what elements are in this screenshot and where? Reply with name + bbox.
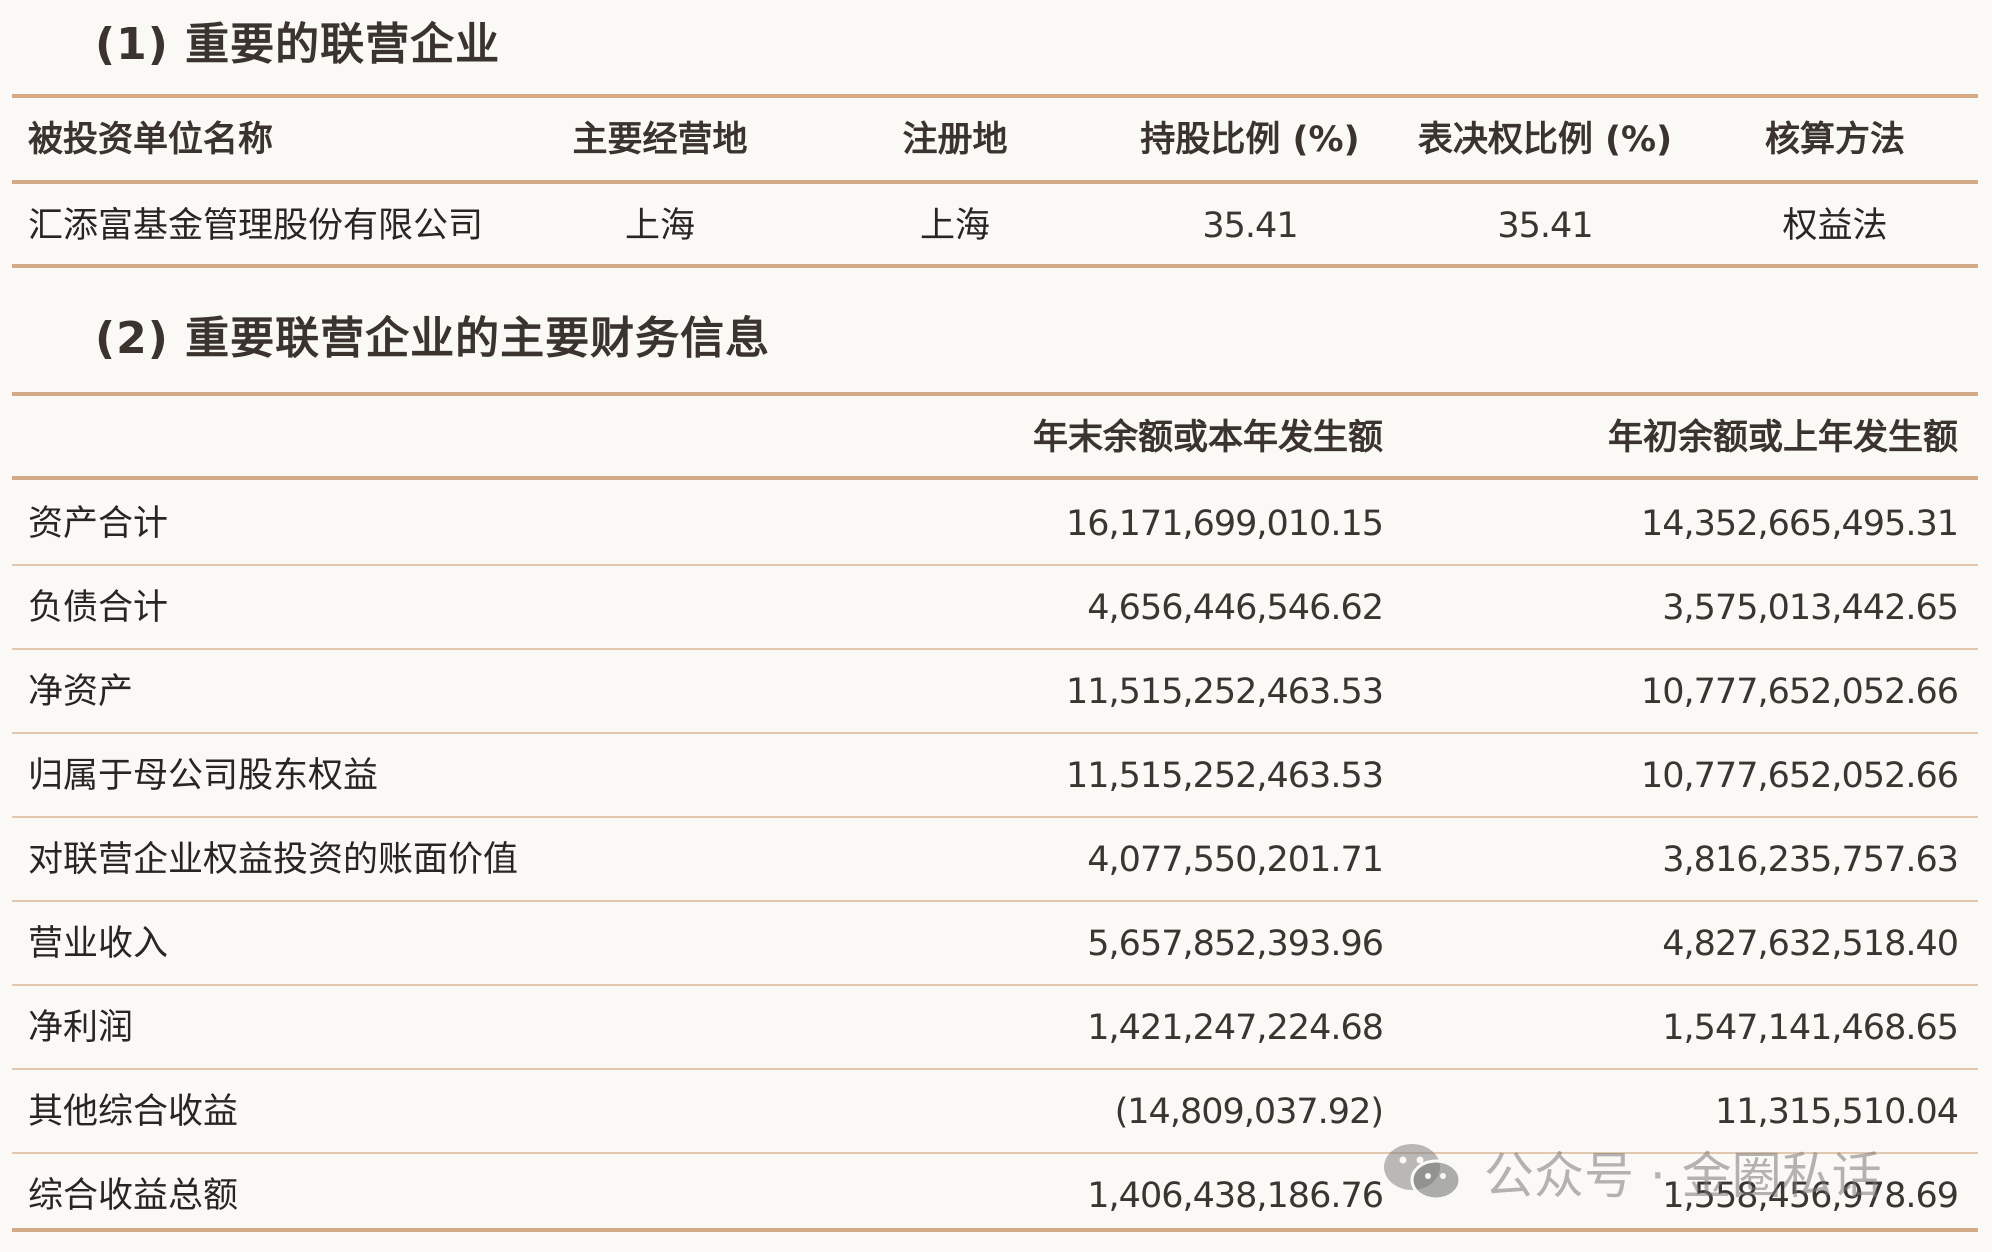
table2-header-current: 年末余额或本年发生额 <box>1032 418 1383 458</box>
table1-header-location: 主要经营地 <box>572 120 748 160</box>
watermark-text: 公众号 · 金圈私话 <box>1484 1147 1882 1205</box>
table2-cell-current: 5,657,852,393.96 <box>1087 924 1384 964</box>
table1-cell-method: 权益法 <box>1782 206 1888 246</box>
table1-bottom-rule <box>12 264 1978 268</box>
table2-cell-item: 归属于母公司股东权益 <box>28 756 379 796</box>
table2-cell-prior: 10,777,652,052.66 <box>1641 672 1959 712</box>
table2-cell-item: 营业收入 <box>28 924 169 964</box>
table2-cell-prior: 1,547,141,468.65 <box>1662 1008 1959 1048</box>
table2-cell-item: 对联营企业权益投资的账面价值 <box>28 840 519 880</box>
table2-cell-item: 净利润 <box>28 1008 134 1048</box>
table2-header-prior: 年初余额或上年发生额 <box>1607 418 1958 458</box>
table2-cell-item: 资产合计 <box>28 504 169 544</box>
table1-header-name: 被投资单位名称 <box>28 120 274 160</box>
table2-cell-prior: 3,816,235,757.63 <box>1662 840 1959 880</box>
table2-cell-current: 4,077,550,201.71 <box>1087 840 1384 880</box>
table1-cell-name: 汇添富基金管理股份有限公司 <box>28 206 484 246</box>
table2-header-item <box>28 396 728 480</box>
table2-cell-current: 4,656,446,546.62 <box>1087 588 1384 628</box>
table2-cell-prior: 10,777,652,052.66 <box>1641 756 1959 796</box>
watermark: 公众号 · 金圈私话 <box>1382 1136 1882 1208</box>
table2-cell-current: 16,171,699,010.15 <box>1066 504 1384 544</box>
table1-cell-voting: 35.41 <box>1497 206 1593 246</box>
table2-cell-current: (14,809,037.92) <box>1114 1092 1384 1132</box>
table2-cell-current: 1,421,247,224.68 <box>1087 1008 1384 1048</box>
section-title-1: (1) 重要的联营企业 <box>95 19 501 70</box>
wechat-icon <box>1384 1144 1462 1201</box>
table1-cell-location: 上海 <box>624 206 695 246</box>
table2-cell-current: 1,406,438,186.76 <box>1087 1176 1384 1216</box>
section-title-2: (2) 重要联营企业的主要财务信息 <box>95 313 771 364</box>
table2-cell-prior: 3,575,013,442.65 <box>1662 588 1959 628</box>
table2-cell-item: 净资产 <box>28 672 134 712</box>
table2-cell-prior: 14,352,665,495.31 <box>1641 504 1959 544</box>
table1-cell-registered: 上海 <box>919 206 990 246</box>
table1-header-method: 核算方法 <box>1764 120 1905 160</box>
table2-cell-prior: 4,827,632,518.40 <box>1662 924 1959 964</box>
table2-cell-item: 负债合计 <box>28 588 169 628</box>
table2-cell-current: 11,515,252,463.53 <box>1066 672 1384 712</box>
table2-bottom-rule <box>12 1228 1978 1232</box>
table2-cell-item: 综合收益总额 <box>28 1176 239 1216</box>
table2-cell-item: 其他综合收益 <box>28 1092 239 1132</box>
table2-header-rule <box>12 476 1978 480</box>
table1-header-voting: 表决权比例 (%) <box>1417 120 1673 160</box>
table1-header-holding: 持股比例 (%) <box>1140 120 1360 160</box>
table1-cell-holding: 35.41 <box>1202 206 1298 246</box>
table2-cell-current: 11,515,252,463.53 <box>1066 756 1384 796</box>
table1-header-registered: 注册地 <box>902 120 1008 160</box>
